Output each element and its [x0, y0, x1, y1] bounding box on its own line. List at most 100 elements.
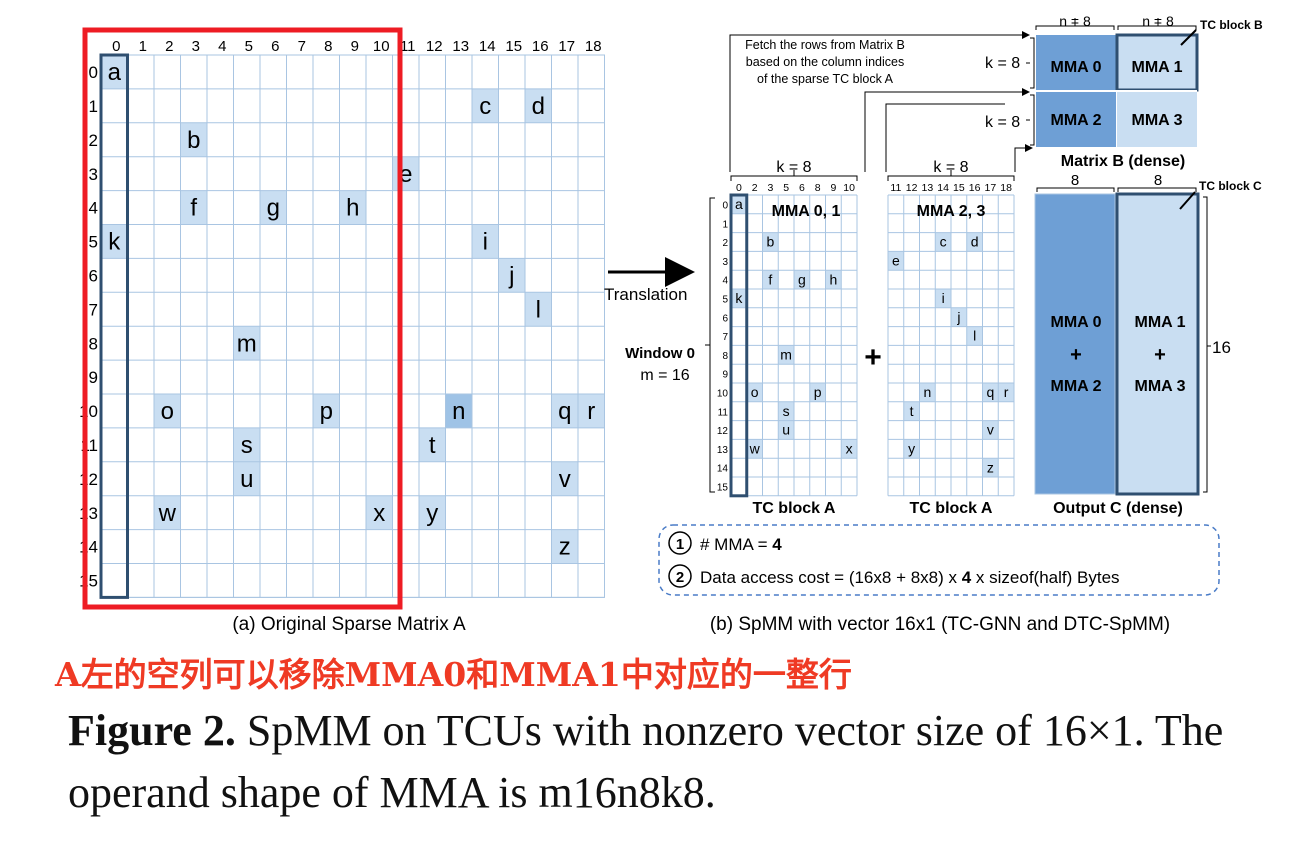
spmm-diagram: ac dbef g hk ijlmo p n q rs tu vw x yz0 1 2 3 4 5 6 7 8 9 10 11…: [79, 13, 1263, 635]
block-letter-j: j: [956, 309, 960, 325]
block-row-index-6: 6: [722, 313, 728, 324]
fetch-note-line-3: of the sparse TC block A: [757, 72, 894, 86]
row-index-1: 1: [89, 97, 98, 116]
col-index-8: 8: [324, 38, 332, 55]
tc-block-b-label: TC block B: [1200, 18, 1263, 32]
block-col-index-5: 5: [783, 182, 789, 194]
k-bracket: [887, 175, 1015, 181]
col-index-2: 2: [165, 38, 173, 55]
note-line-2: Data access cost = (16x8 + 8x8) x 4 x si…: [700, 568, 1120, 587]
matrix-letter-a: a: [108, 59, 122, 86]
matrix-letter-h: h: [346, 195, 359, 222]
block-title: MMA 0, 1: [772, 203, 841, 220]
output-c-side-label: 16: [1212, 338, 1231, 357]
block-row-index-4: 4: [722, 276, 728, 287]
matrix-letter-b: b: [187, 127, 200, 154]
block-letter-c: c: [940, 234, 947, 250]
matrix-letter-o: o: [161, 398, 174, 425]
block-letter-z: z: [987, 459, 994, 475]
row-index-8: 8: [89, 334, 98, 353]
col-index-15: 15: [505, 38, 522, 55]
output-c-title: Output C (dense): [1053, 500, 1183, 517]
row-index-0: 0: [89, 63, 98, 82]
block-row-index-2: 2: [722, 238, 728, 249]
note-number-1: 1: [676, 536, 684, 553]
output-c: 8 8 MMA 0 + MMA 2 MMA 1 + MMA 3 TC block…: [1034, 172, 1262, 517]
matrix-letter-l: l: [536, 296, 541, 323]
m-bracket: [709, 197, 715, 493]
block-col-index-2: 2: [752, 182, 758, 194]
block-col-index-6: 6: [799, 182, 805, 194]
block-letter-r: r: [1004, 384, 1009, 400]
row-index-15: 15: [79, 572, 98, 591]
col-index-18: 18: [585, 38, 602, 55]
tc-block-c-label: TC block C: [1199, 179, 1262, 193]
block-col-index-11: 11: [890, 182, 901, 194]
block-letter-g: g: [798, 271, 806, 287]
block-col-index-12: 12: [906, 182, 918, 194]
block-letter-e: e: [892, 253, 900, 269]
block-col-index-9: 9: [830, 182, 836, 194]
note-line-1: # MMA = 4: [700, 535, 782, 554]
output-c-right-line-1: MMA 1: [1135, 314, 1186, 331]
row-index-3: 3: [89, 165, 98, 184]
block-letter-s: s: [783, 403, 790, 419]
col-index-9: 9: [351, 38, 359, 55]
block-letter-m: m: [780, 347, 792, 363]
row-index-7: 7: [89, 300, 98, 319]
block-col-index-3: 3: [767, 182, 773, 194]
block-k-label: k = 8: [776, 159, 811, 176]
mma1-label: MMA 1: [1132, 59, 1183, 76]
block-row-index-14: 14: [717, 464, 729, 475]
matrix-b-k-label-1: k = 8: [985, 55, 1020, 72]
block-row-index-8: 8: [722, 351, 728, 362]
block-letter-q: q: [986, 384, 994, 400]
block-row-index-3: 3: [722, 257, 728, 268]
row-index-6: 6: [89, 266, 98, 285]
block-label: TC block A: [910, 500, 993, 517]
block-label: TC block A: [753, 500, 836, 517]
col-index-7: 7: [298, 38, 306, 55]
matrix-letter-s: s: [241, 432, 253, 459]
block-row-index-13: 13: [717, 445, 729, 456]
matrix-letter-v: v: [559, 466, 571, 493]
output-c-left-line-2: MMA 2: [1051, 378, 1102, 395]
matrix-letter-c: c: [479, 93, 491, 120]
block-col-index-15: 15: [953, 182, 965, 194]
col-index-14: 14: [479, 38, 496, 55]
col-index-12: 12: [426, 38, 443, 55]
block-row-index-9: 9: [722, 370, 728, 381]
col-index-17: 17: [558, 38, 575, 55]
fetch-note-line-2: based on the column indices: [746, 55, 904, 69]
matrix-letter-f: f: [190, 195, 197, 222]
block-letter-l: l: [973, 328, 976, 344]
block-letter-k: k: [735, 290, 743, 306]
matrix-letter-r: r: [587, 398, 595, 425]
block-col-index-0: 0: [736, 182, 742, 194]
plus-sign: +: [864, 341, 882, 374]
mma3-label: MMA 3: [1132, 112, 1183, 129]
row-index-14: 14: [79, 538, 98, 557]
row-index-12: 12: [79, 470, 98, 489]
block-row-index-11: 11: [718, 407, 729, 418]
block-row-index-7: 7: [722, 332, 728, 343]
output-c-left-plus: +: [1070, 344, 1082, 366]
block-row-index-10: 10: [717, 389, 729, 400]
tc-block-a-2: c deijln q rtvyz11 12 13 14 15 16 17 18k = 8MMA 2,…: [887, 159, 1015, 517]
col-index-3: 3: [192, 38, 200, 55]
row-index-5: 5: [89, 233, 98, 252]
block-row-index-15: 15: [717, 483, 729, 494]
translation-label: Translation: [604, 285, 687, 304]
block-letter-i: i: [942, 290, 945, 306]
block-letter-u: u: [782, 422, 790, 438]
matrix-b-k-label-2: k = 8: [985, 114, 1020, 131]
matrix-letter-d: d: [532, 93, 545, 120]
matrix-letter-n: n: [452, 398, 465, 425]
col-index-0: 0: [112, 38, 120, 55]
block-letter-h: h: [829, 271, 837, 287]
block-row-index-0: 0: [722, 201, 728, 212]
block-col-index-18: 18: [1000, 182, 1012, 194]
block-letter-o: o: [751, 384, 759, 400]
fetch-note-line-1: Fetch the rows from Matrix B: [745, 38, 905, 52]
matrix-letter-u: u: [240, 466, 253, 493]
